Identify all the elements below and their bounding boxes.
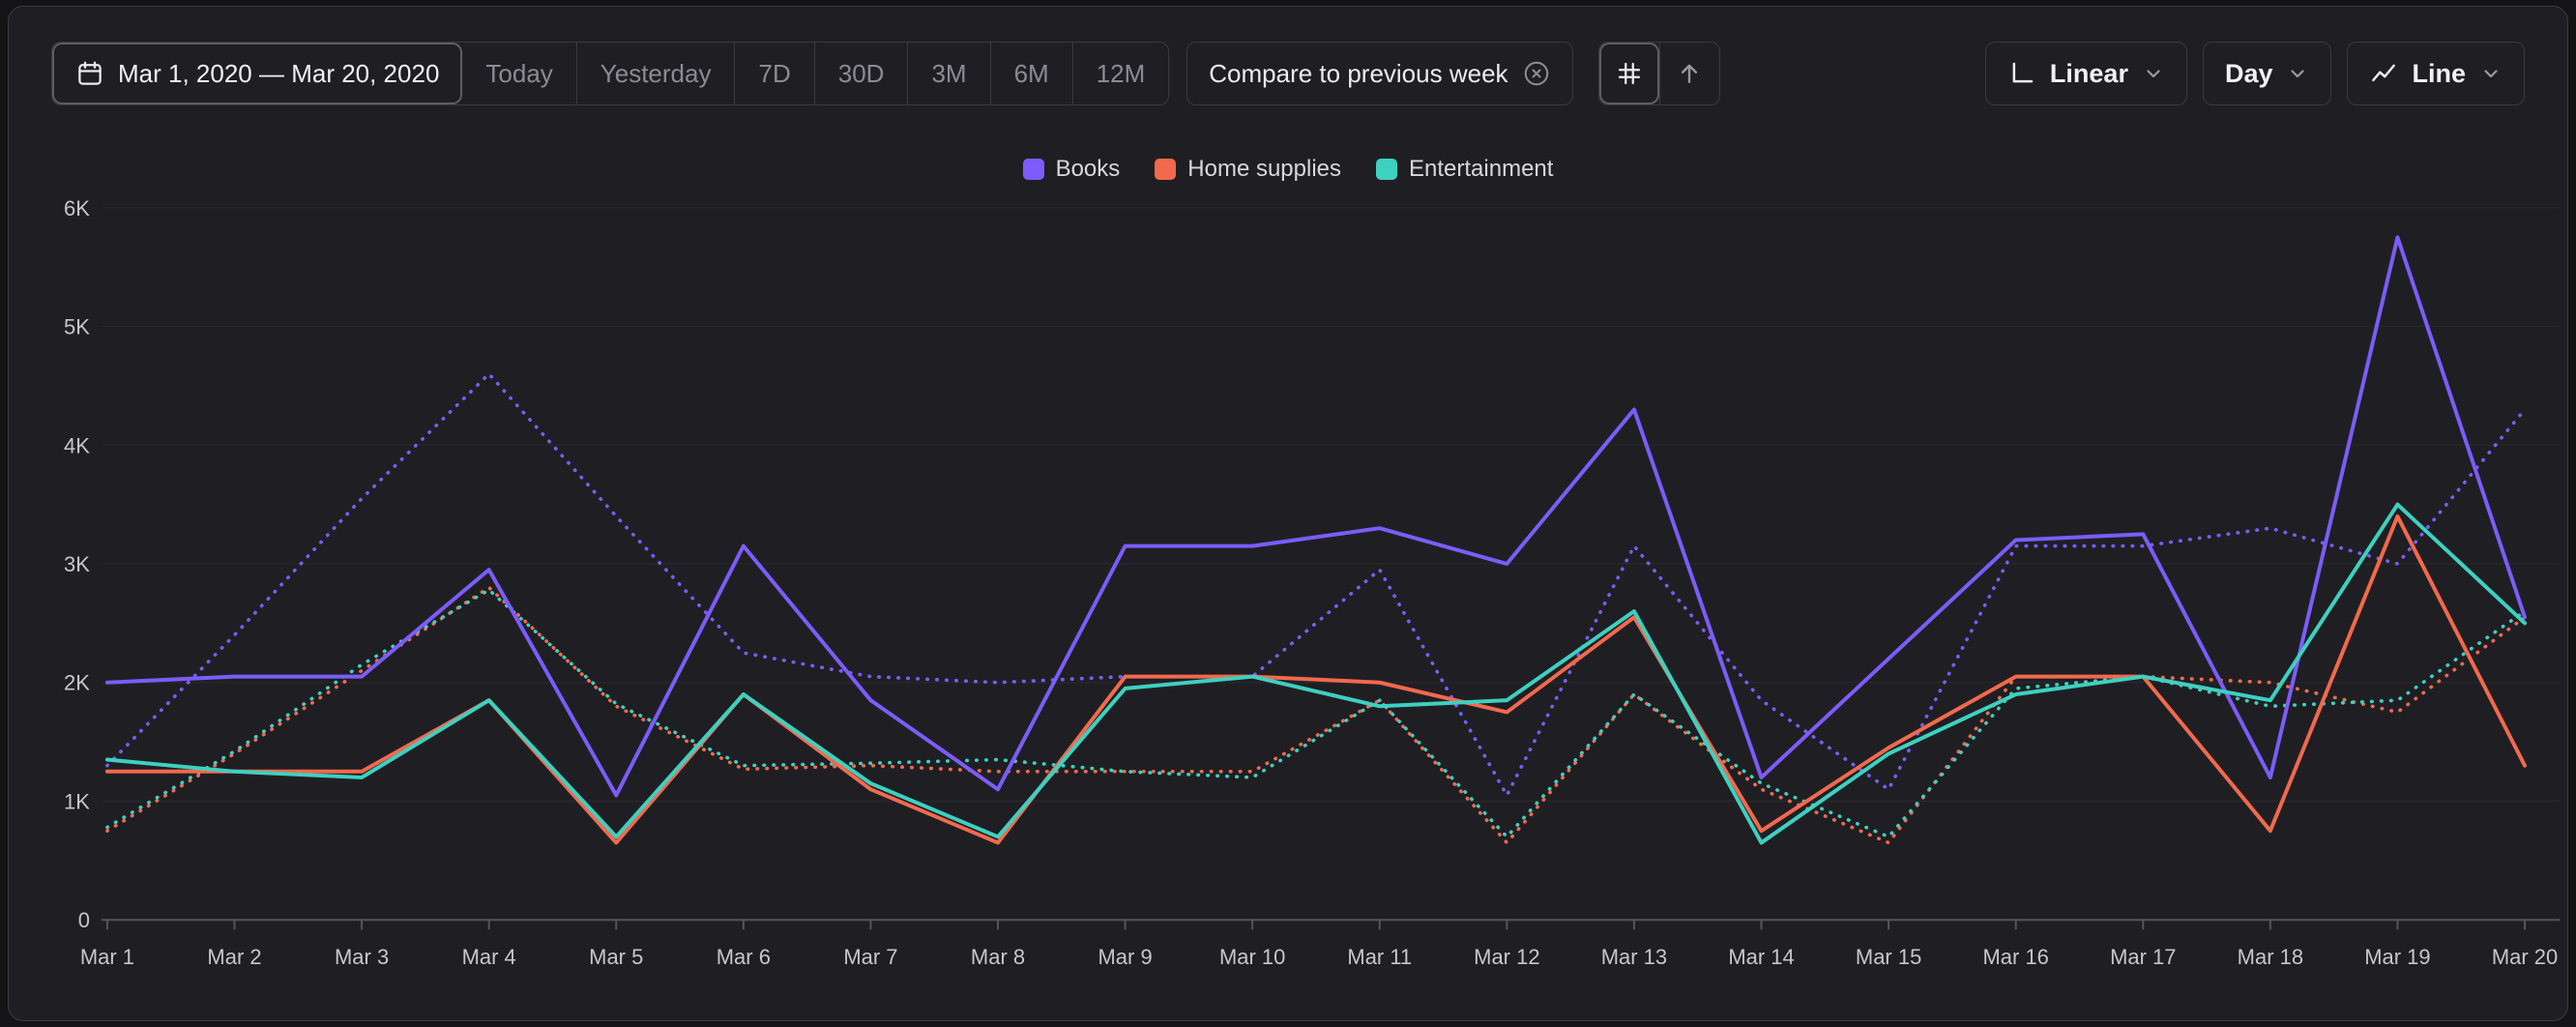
scale-label: Linear — [2050, 59, 2128, 89]
y-axis-label: 2K — [64, 671, 90, 695]
toolbar: Mar 1, 2020 — Mar 20, 2020 TodayYesterda… — [51, 42, 2525, 105]
calendar-icon — [75, 59, 104, 88]
date-range-button[interactable]: Mar 1, 2020 — Mar 20, 2020 — [52, 43, 462, 104]
arrow-up-icon — [1675, 59, 1704, 88]
compare-pill[interactable]: Compare to previous week — [1186, 42, 1572, 105]
chart-area: 0 1K 2K 3K 4K 5K 6K Mar 1 Mar 2 Mar 3 Mar 4 Mar 5 Ma… — [9, 123, 2567, 1020]
y-axis-label: 0 — [78, 908, 90, 932]
x-axis-label: Mar 20 — [2492, 945, 2558, 969]
range-6m[interactable]: 6M — [990, 43, 1072, 104]
chart-type-select[interactable]: Line — [2347, 42, 2525, 105]
x-axis-label: Mar 13 — [1601, 945, 1667, 969]
x-axis-label: Mar 5 — [589, 945, 643, 969]
scale-select[interactable]: Linear — [1985, 42, 2187, 105]
compare-label: Compare to previous week — [1209, 59, 1508, 89]
range-12m[interactable]: 12M — [1072, 43, 1169, 104]
series-entertainment — [107, 505, 2525, 843]
grid-toggle-button[interactable] — [1599, 43, 1659, 104]
x-axis-label: Mar 7 — [843, 945, 897, 969]
x-axis-label: Mar 12 — [1474, 945, 1539, 969]
chevron-down-icon — [2142, 62, 2165, 85]
x-axis-label: Mar 17 — [2110, 945, 2176, 969]
range-30d[interactable]: 30D — [814, 43, 908, 104]
x-axis-label: Mar 9 — [1098, 945, 1153, 969]
grid-icon — [1615, 59, 1644, 88]
x-axis-label: Mar 8 — [971, 945, 1025, 969]
chevron-down-icon — [2286, 62, 2309, 85]
range-yesterday[interactable]: Yesterday — [576, 43, 735, 104]
granularity-label: Day — [2225, 59, 2273, 89]
range-7d[interactable]: 7D — [734, 43, 813, 104]
axis-icon — [2007, 59, 2036, 88]
analytics-card: Mar 1, 2020 — Mar 20, 2020 TodayYesterda… — [8, 6, 2568, 1021]
x-axis-label: Mar 11 — [1347, 945, 1412, 969]
x-axis-label: Mar 16 — [1983, 945, 2049, 969]
chart-type-label: Line — [2412, 59, 2466, 89]
x-axis-label: Mar 15 — [1856, 945, 1921, 969]
line-chart-icon — [2369, 59, 2398, 88]
chart-tools-group — [1598, 42, 1720, 105]
y-axis-label: 5K — [64, 315, 90, 339]
date-range-label: Mar 1, 2020 — Mar 20, 2020 — [118, 59, 439, 89]
x-axis-label: Mar 18 — [2238, 945, 2303, 969]
range-3m[interactable]: 3M — [907, 43, 989, 104]
x-axis-label: Mar 10 — [1219, 945, 1285, 969]
date-range-group: Mar 1, 2020 — Mar 20, 2020 TodayYesterda… — [51, 42, 1169, 105]
y-axis-label: 3K — [64, 552, 90, 576]
chart-settings-group: Linear Day — [1985, 42, 2525, 105]
range-today[interactable]: Today — [462, 43, 575, 104]
export-button[interactable] — [1659, 43, 1719, 104]
granularity-select[interactable]: Day — [2203, 42, 2332, 105]
series-home-supplies-previous-week- — [107, 588, 2525, 843]
y-axis-label: 6K — [64, 196, 90, 220]
x-axis-label: Mar 3 — [335, 945, 389, 969]
y-axis-label: 1K — [64, 789, 90, 813]
line-chart: 0 1K 2K 3K 4K 5K 6K Mar 1 Mar 2 Mar 3 Mar 4 Mar 5 Ma… — [9, 123, 2567, 1020]
chevron-down-icon — [2479, 62, 2503, 85]
x-axis-label: Mar 19 — [2364, 945, 2430, 969]
x-axis-label: Mar 14 — [1728, 945, 1794, 969]
x-axis-label: Mar 1 — [80, 945, 134, 969]
close-circle-icon[interactable] — [1522, 59, 1551, 88]
x-axis-label: Mar 6 — [717, 945, 771, 969]
x-axis-label: Mar 4 — [462, 945, 516, 969]
x-axis-label: Mar 2 — [207, 945, 261, 969]
y-axis-label: 4K — [64, 433, 90, 457]
